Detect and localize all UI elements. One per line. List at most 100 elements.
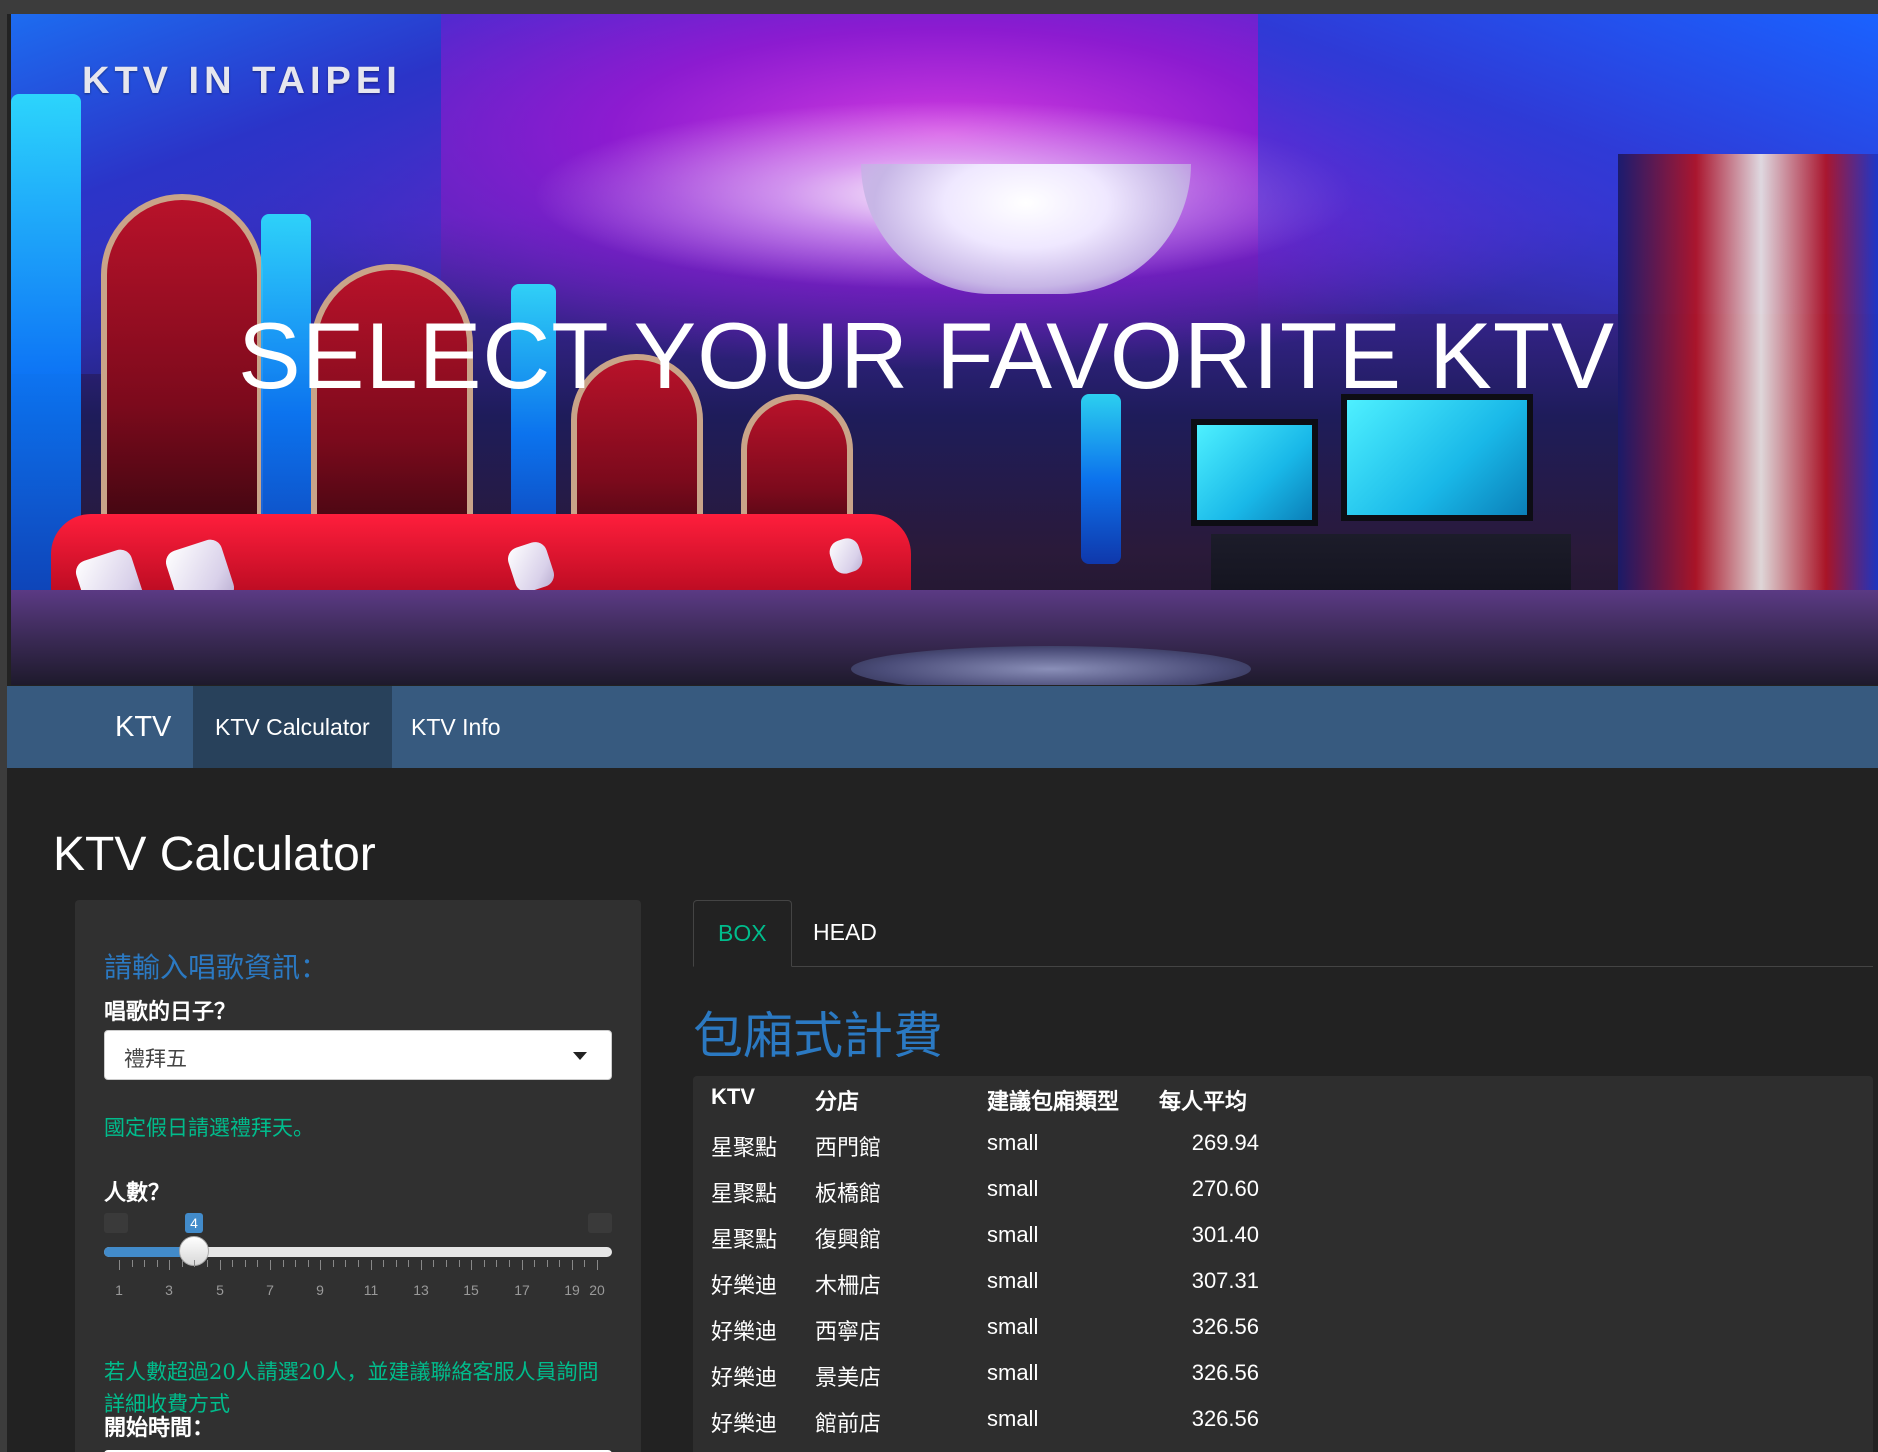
slider-tick-label: 9	[316, 1282, 324, 1298]
holiday-note: 國定假日請選禮拜天。	[104, 1116, 314, 1140]
slider-tick	[144, 1260, 145, 1267]
banner-table	[851, 646, 1251, 685]
slider-tick	[383, 1260, 384, 1267]
slider-tick	[559, 1260, 560, 1267]
input-sidebar: 請輸入唱歌資訊： 唱歌的日子？ 禮拜五 國定假日請選禮拜天。 人數？ 4 135…	[75, 900, 641, 1452]
slider-tick	[459, 1260, 460, 1267]
slider-tick	[371, 1260, 372, 1270]
cell-branch: 西門館	[815, 1136, 882, 1161]
sidebar-heading: 請輸入唱歌資訊：	[104, 951, 329, 984]
cell-branch: 板橋館	[815, 1182, 882, 1207]
cell-avg: 270.60	[1191, 1176, 1259, 1201]
cell-avg: 326.56	[1191, 1314, 1259, 1339]
box-pricing-table: KTV 分店 建議包廂類型 每人平均 星聚點 西門館 small 269.94 星聚點 板…	[693, 1076, 1873, 1452]
slider-tick	[308, 1260, 309, 1267]
col-room-type-header: 建議包廂類型	[987, 1089, 1120, 1115]
cell-branch: 景美店	[815, 1366, 882, 1391]
cell-ktv: 好樂迪	[711, 1320, 778, 1345]
slider-value-bubble: 4	[185, 1213, 203, 1233]
slider-tick-label: 15	[463, 1282, 479, 1298]
slider-tick-label: 1	[115, 1282, 123, 1298]
col-ktv-header: KTV	[711, 1084, 755, 1109]
day-select-value: 禮拜五	[124, 1047, 187, 1071]
navbar-brand[interactable]: KTV	[115, 686, 171, 768]
hero-title: SELECT YOUR FAVORITE KTV	[238, 303, 1615, 408]
col-branch-header: 分店	[815, 1089, 860, 1115]
nav-tab-ktv-info[interactable]: KTV Info	[389, 686, 522, 768]
cell-room-type: small	[987, 1176, 1039, 1201]
nav-tab-ktv-calculator[interactable]: KTV Calculator	[193, 686, 392, 768]
day-label: 唱歌的日子？	[104, 999, 237, 1024]
slider-tick	[496, 1260, 497, 1267]
table-row: 好樂迪 木柵店 small 307.31	[693, 1260, 1873, 1306]
caret-down-icon	[573, 1052, 587, 1060]
page: KTV IN TAIPEI SELECT YOUR FAVORITE KTV K…	[7, 14, 1878, 1452]
cell-room-type: small	[987, 1406, 1039, 1431]
slider-tick-label: 7	[266, 1282, 274, 1298]
slider-tick	[207, 1260, 208, 1267]
slider-tick	[597, 1260, 598, 1270]
slider-tick	[119, 1260, 120, 1270]
slider-tick	[295, 1260, 296, 1267]
slider-tick	[169, 1260, 170, 1270]
slider-tick	[433, 1260, 434, 1267]
cell-branch: 館前店	[815, 1412, 882, 1437]
slider-tick	[345, 1260, 346, 1267]
cell-ktv: 好樂迪	[711, 1366, 778, 1391]
cell-ktv: 好樂迪	[711, 1274, 778, 1299]
cell-branch: 西寧店	[815, 1320, 882, 1345]
slider-tick	[547, 1260, 548, 1267]
people-label: 人數？	[104, 1180, 171, 1205]
slider-tick	[220, 1260, 221, 1270]
slider-tick	[194, 1260, 195, 1267]
table-header: KTV 分店 建議包廂類型 每人平均	[693, 1076, 1873, 1122]
page-title: KTV Calculator	[53, 828, 376, 881]
cell-branch: 復興館	[815, 1228, 882, 1253]
slider-tick-label: 5	[216, 1282, 224, 1298]
col-avg-header: 每人平均	[1159, 1089, 1248, 1115]
people-slider[interactable]: 4	[104, 1213, 612, 1266]
slider-tick	[446, 1260, 447, 1267]
tab-head[interactable]: HEAD	[789, 900, 901, 966]
cell-avg: 301.40	[1191, 1222, 1259, 1247]
cell-room-type: small	[987, 1314, 1039, 1339]
slider-tick-label: 11	[363, 1282, 379, 1298]
banner-brand: KTV IN TAIPEI	[82, 60, 402, 102]
table-row: 星聚點 板橋館 small 270.60	[693, 1168, 1873, 1214]
cell-avg: 269.94	[1191, 1130, 1259, 1155]
cell-ktv: 星聚點	[711, 1182, 778, 1207]
cell-avg: 307.31	[1191, 1268, 1259, 1293]
cell-branch: 木柵店	[815, 1274, 882, 1299]
slider-tick	[157, 1260, 158, 1267]
cell-room-type: small	[987, 1222, 1039, 1247]
slider-tick	[283, 1260, 284, 1267]
slider-tick	[232, 1260, 233, 1267]
banner-tv	[1341, 394, 1533, 521]
slider-tick	[396, 1260, 397, 1267]
slider-tick	[132, 1260, 133, 1267]
banner-pillar	[1081, 394, 1121, 564]
slider-tick	[270, 1260, 271, 1270]
slider-tick	[245, 1260, 246, 1267]
slider-tick	[522, 1260, 523, 1270]
slider-tick	[484, 1260, 485, 1267]
hero-banner: KTV IN TAIPEI SELECT YOUR FAVORITE KTV	[11, 14, 1878, 685]
slider-tick-label: 17	[514, 1282, 530, 1298]
cell-room-type: small	[987, 1268, 1039, 1293]
tab-box[interactable]: BOX	[693, 900, 792, 967]
cell-avg: 326.56	[1191, 1360, 1259, 1385]
cell-room-type: small	[987, 1130, 1039, 1155]
day-select[interactable]: 禮拜五	[104, 1030, 612, 1080]
slider-tick	[182, 1260, 183, 1267]
slider-tick-label: 19	[564, 1282, 580, 1298]
cell-ktv: 好樂迪	[711, 1412, 778, 1437]
slider-tick-label: 20	[589, 1282, 605, 1298]
slider-tick	[257, 1260, 258, 1267]
banner-tv	[1191, 419, 1318, 526]
slider-tick	[421, 1260, 422, 1270]
table-row: 星聚點 西門館 small 269.94	[693, 1122, 1873, 1168]
slider-tick	[572, 1260, 573, 1270]
cell-ktv: 星聚點	[711, 1228, 778, 1253]
slider-min-badge	[104, 1213, 128, 1233]
navbar: KTV KTV Calculator KTV Info	[7, 686, 1878, 768]
